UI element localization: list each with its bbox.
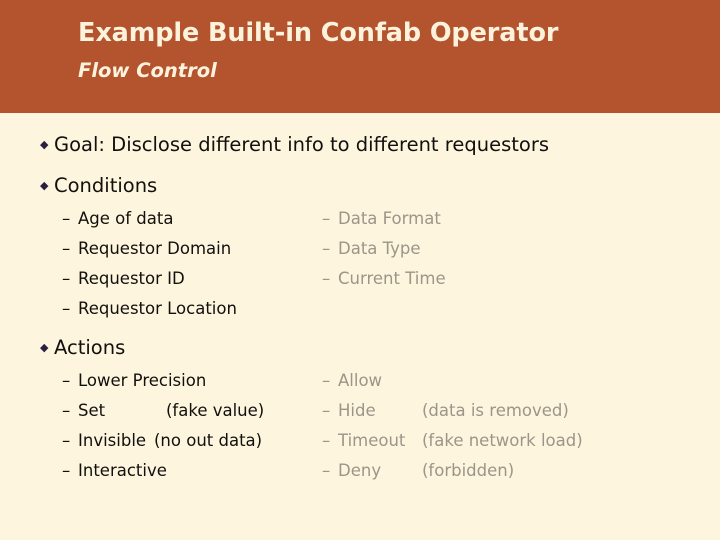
slide-header: Example Built-in Confab Operator Flow Co… — [0, 0, 720, 113]
list-item: – Hide (data is removed) — [322, 401, 569, 420]
dash-icon: – — [322, 401, 331, 420]
dash-icon: – — [322, 209, 331, 228]
dash-icon: – — [62, 239, 71, 258]
dash-icon: – — [62, 431, 71, 450]
dash-icon: – — [322, 269, 331, 288]
dash-icon: – — [322, 371, 331, 390]
list-item: – Deny (forbidden) — [322, 461, 515, 480]
list-item: – Allow — [322, 371, 422, 390]
list-item-label: Requestor Location — [78, 299, 237, 318]
list-item: – Invisible (no out data) — [62, 431, 263, 450]
dash-icon: – — [62, 401, 71, 420]
dash-icon: – — [62, 209, 71, 228]
bullet-icon: ◆ — [40, 138, 49, 151]
list-item-label: Requestor ID — [78, 269, 185, 288]
slide: Example Built-in Confab Operator Flow Co… — [0, 0, 720, 540]
slide-body: ◆ Goal: Disclose different info to diffe… — [0, 113, 720, 540]
list-item: – Data Format — [322, 209, 441, 228]
dash-icon: – — [322, 461, 331, 480]
bullet-conditions: ◆ Conditions — [40, 176, 157, 196]
page-title: Example Built-in Confab Operator — [78, 18, 559, 48]
list-item-label: Age of data — [78, 209, 174, 228]
list-item-label: Lower Precision — [78, 371, 207, 390]
dash-icon: – — [322, 239, 331, 258]
list-item: – Set (fake value) — [62, 401, 265, 420]
dash-icon: – — [62, 299, 71, 318]
list-item-note: (no out data) — [154, 431, 263, 450]
list-item: – Age of data — [62, 209, 174, 228]
list-item-label: Data Type — [338, 239, 421, 258]
list-item: – Requestor Domain — [62, 239, 232, 258]
bullet-actions-label: Actions — [54, 336, 126, 359]
list-item: – Data Type — [322, 239, 421, 258]
page-subtitle: Flow Control — [78, 59, 217, 82]
list-item-label: Timeout — [338, 431, 406, 450]
list-item-label: Set — [78, 401, 106, 420]
list-item-label: Invisible — [78, 431, 147, 450]
list-item-label: Requestor Domain — [78, 239, 232, 258]
list-item: – Requestor Location — [62, 299, 237, 318]
dash-icon: – — [322, 431, 331, 450]
list-item-label: Hide — [338, 401, 376, 420]
bullet-goal-label: Goal: Disclose different info to differe… — [54, 133, 550, 156]
bullet-goal: ◆ Goal: Disclose different info to diffe… — [40, 135, 549, 155]
dash-icon: – — [62, 269, 71, 288]
dash-icon: – — [62, 461, 71, 480]
list-item-note: (data is removed) — [422, 401, 569, 420]
list-item-label: Allow — [338, 371, 383, 390]
list-item-label: Deny — [338, 461, 382, 480]
list-item-note: (forbidden) — [422, 461, 515, 480]
bullet-icon: ◆ — [40, 179, 49, 192]
list-item: – Requestor ID — [62, 269, 185, 288]
list-item: – Lower Precision — [62, 371, 207, 390]
bullet-actions: ◆ Actions — [40, 338, 125, 358]
list-item-note: (fake network load) — [422, 431, 583, 450]
bullet-conditions-label: Conditions — [54, 174, 158, 197]
list-item-label: Current Time — [338, 269, 446, 288]
list-item: – Interactive — [62, 461, 167, 480]
list-item-label: Interactive — [78, 461, 167, 480]
list-item: – Timeout (fake network load) — [322, 431, 583, 450]
bullet-icon: ◆ — [40, 341, 49, 354]
dash-icon: – — [62, 371, 71, 390]
list-item-note: (fake value) — [166, 401, 265, 420]
list-item: – Current Time — [322, 269, 446, 288]
list-item-label: Data Format — [338, 209, 441, 228]
